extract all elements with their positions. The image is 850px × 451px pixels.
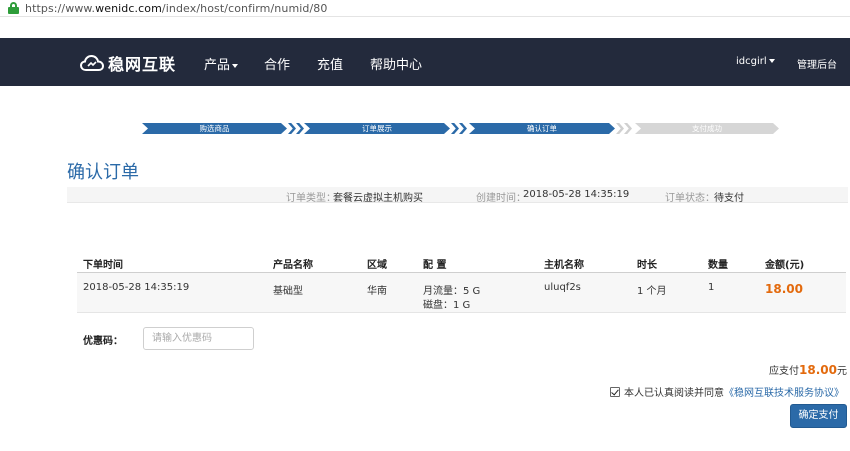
confirm-pay-button[interactable]: 确定支付 (790, 404, 847, 428)
cell-config-traffic: 月流量：5 G (423, 286, 481, 297)
th-product-name: 产品名称 (273, 260, 313, 271)
chevron-right-icon (451, 123, 459, 134)
th-amount: 金额(元) (765, 260, 805, 271)
total-unit: 元 (837, 366, 847, 377)
nav-item-products[interactable]: 产品 (204, 54, 239, 73)
order-type-label: 订单类型： (286, 193, 336, 204)
order-type-value: 套餐云虚拟主机购买 (333, 193, 423, 204)
cell-duration: 1 个月 (637, 286, 667, 297)
page-title: 确认订单 (67, 162, 139, 183)
th-quantity: 数量 (708, 260, 728, 271)
nav-item-recharge[interactable]: 充值 (317, 54, 343, 73)
th-host-name: 主机名称 (544, 260, 584, 271)
chevron-right-icon (288, 123, 296, 134)
nav-item-help-center[interactable]: 帮助中心 (370, 54, 422, 73)
cell-amount: 18.00 (765, 282, 803, 296)
lock-icon (8, 2, 19, 14)
admin-link[interactable]: 管理后台 (797, 56, 837, 71)
order-status-label: 订单状态： (665, 193, 715, 204)
logo[interactable]: 稳网互联 (80, 51, 176, 75)
total-label: 应支付 (769, 366, 800, 377)
th-region: 区域 (367, 260, 387, 271)
nav-item-cooperation[interactable]: 合作 (264, 54, 290, 73)
cell-quantity: 1 (708, 282, 715, 293)
total-payable: 应支付18.00元 (769, 362, 847, 377)
order-status-value: 待支付 (714, 193, 744, 204)
logo-text: 稳网互联 (108, 55, 177, 74)
url-prefix: https://www. (25, 1, 96, 15)
caret-down-icon (232, 63, 239, 68)
user-menu[interactable]: idcgirl (736, 56, 775, 67)
step-confirm-order: 确认订单 (469, 123, 615, 134)
chevron-right-icon (616, 123, 624, 134)
cell-region: 华南 (367, 286, 387, 297)
agreement-text: 本人已认真阅读并同意 (624, 388, 724, 399)
address-bar[interactable]: https://www.wenidc.com/index/host/confir… (0, 0, 850, 17)
th-duration: 时长 (637, 260, 657, 271)
coupon-input[interactable] (143, 327, 254, 350)
step-order-display: 订单展示 (304, 123, 450, 134)
chevron-right-icon (296, 123, 304, 134)
url-path: /index/host/confirm/numid/80 (161, 1, 328, 15)
cloud-logo-icon (80, 54, 104, 71)
nav-item-label: 产品 (204, 58, 231, 73)
th-config: 配 置 (423, 260, 447, 271)
chevron-right-icon (624, 123, 632, 134)
progress-steps: 购选商品 订单展示 确认订单 支付成功 (0, 123, 850, 135)
cell-config-disk: 磁盘：1 G (423, 300, 471, 311)
url-text[interactable]: https://www.wenidc.com/index/host/confir… (25, 2, 328, 15)
coupon-label: 优惠码： (83, 336, 123, 347)
agreement-checkbox[interactable] (610, 386, 620, 397)
chevron-right-icon (459, 123, 467, 134)
username: idcgirl (736, 56, 767, 67)
created-time-label: 创建时间： (476, 193, 526, 204)
created-time-value: 2018-05-28 14:35:19 (523, 189, 630, 200)
agreement-link[interactable]: 《稳网互联技术服务协议》 (724, 384, 844, 399)
th-order-time: 下单时间 (83, 260, 123, 271)
top-nav: 稳网互联 产品 合作 充值 帮助中心 idcgirl 管理后台 (0, 38, 850, 86)
order-info-bar: 订单类型： 套餐云虚拟主机购买 创建时间： 2018-05-28 14:35:1… (67, 187, 848, 204)
step-select-product: 购选商品 (142, 123, 287, 134)
step-payment-success: 支付成功 (635, 123, 779, 134)
cell-host-name: uluqf2s (544, 282, 581, 293)
total-amount: 18.00 (799, 363, 837, 377)
agreement: 本人已认真阅读并同意 《稳网互联技术服务协议》 (610, 384, 844, 399)
cell-product-name: 基础型 (273, 286, 303, 297)
cell-order-time: 2018-05-28 14:35:19 (83, 282, 190, 293)
caret-down-icon (768, 59, 775, 63)
url-domain: wenidc.com (95, 1, 162, 15)
